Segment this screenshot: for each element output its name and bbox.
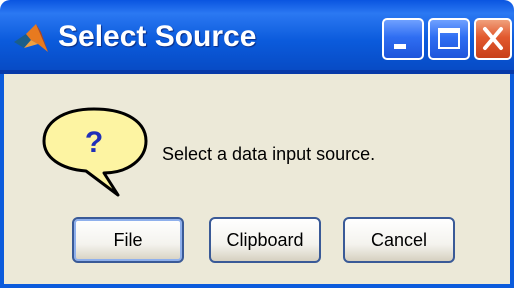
minimize-icon	[394, 44, 406, 49]
dialog-window: Select Source ? Select a data input sour…	[0, 0, 514, 288]
maximize-button[interactable]	[428, 18, 470, 60]
matlab-logo-icon	[14, 24, 48, 52]
title-bar[interactable]: Select Source	[0, 0, 514, 74]
close-icon	[483, 27, 503, 50]
question-mark-glyph: ?	[85, 126, 103, 159]
close-button[interactable]	[474, 18, 512, 60]
minimize-button[interactable]	[382, 18, 424, 60]
window-title: Select Source	[58, 20, 257, 53]
maximize-icon	[438, 28, 460, 49]
question-speech-bubble-icon: ?	[42, 107, 148, 197]
file-button[interactable]: File	[72, 217, 184, 263]
dialog-message: Select a data input source.	[162, 144, 376, 164]
cancel-button[interactable]: Cancel	[343, 217, 455, 263]
clipboard-button[interactable]: Clipboard	[209, 217, 321, 263]
